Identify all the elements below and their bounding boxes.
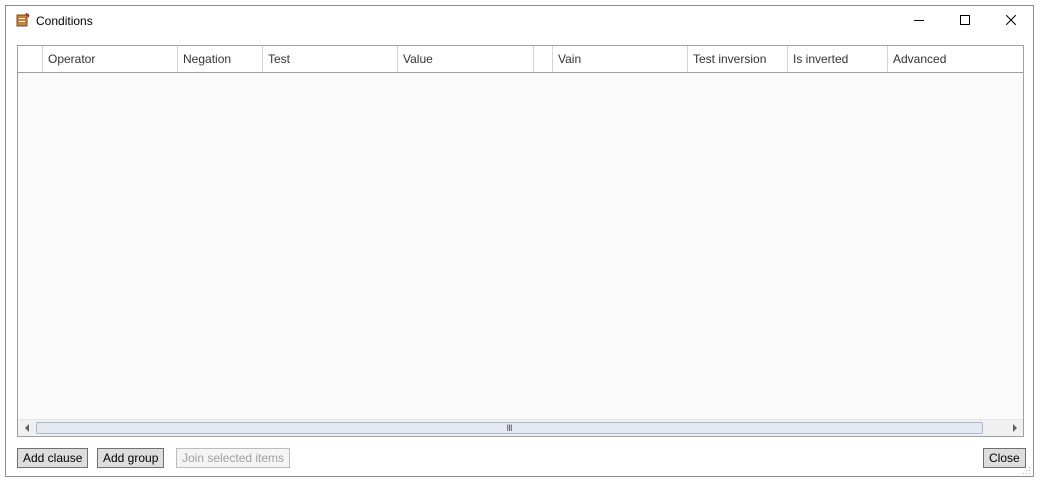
- add-clause-button[interactable]: Add clause: [17, 448, 89, 468]
- maximize-button[interactable]: [942, 6, 988, 36]
- column-header-blank[interactable]: [534, 46, 553, 72]
- grid-header-row: Operator Negation Test Value Vain Test i…: [18, 46, 1023, 73]
- grid-body[interactable]: [18, 73, 1023, 419]
- window-title: Conditions: [36, 14, 93, 28]
- conditions-window: Conditions Operator Negation Test Value …: [5, 5, 1034, 477]
- scroll-right-button[interactable]: [1006, 420, 1023, 436]
- horizontal-scrollbar[interactable]: Ⅲ: [18, 419, 1023, 436]
- grip-icon: Ⅲ: [506, 423, 513, 433]
- close-icon: [1005, 14, 1017, 28]
- column-header-test-inversion[interactable]: Test inversion: [688, 46, 788, 72]
- maximize-icon: [960, 14, 970, 28]
- column-header-selector[interactable]: [18, 46, 43, 72]
- conditions-grid[interactable]: Operator Negation Test Value Vain Test i…: [17, 45, 1024, 437]
- column-header-vain[interactable]: Vain: [553, 46, 688, 72]
- resize-grip-icon[interactable]: [1021, 464, 1031, 474]
- column-header-test[interactable]: Test: [263, 46, 398, 72]
- minimize-icon: [914, 14, 924, 28]
- window-close-button[interactable]: [988, 6, 1034, 36]
- scroll-left-icon: [24, 421, 30, 435]
- column-header-value[interactable]: Value: [398, 46, 534, 72]
- app-icon: [16, 12, 30, 27]
- add-group-button[interactable]: Add group: [97, 448, 165, 468]
- title-bar[interactable]: Conditions: [6, 6, 1033, 36]
- column-header-operator[interactable]: Operator: [43, 46, 178, 72]
- minimize-button[interactable]: [896, 6, 942, 36]
- join-selected-items-button[interactable]: Join selected items: [176, 448, 291, 468]
- scroll-left-button[interactable]: [18, 420, 35, 436]
- column-header-negation[interactable]: Negation: [178, 46, 263, 72]
- close-button[interactable]: Close: [983, 448, 1026, 468]
- column-header-advanced[interactable]: Advanced: [888, 46, 1023, 72]
- scroll-thumb[interactable]: Ⅲ: [36, 422, 983, 434]
- column-header-is-inverted[interactable]: Is inverted: [788, 46, 888, 72]
- scroll-right-icon: [1012, 421, 1018, 435]
